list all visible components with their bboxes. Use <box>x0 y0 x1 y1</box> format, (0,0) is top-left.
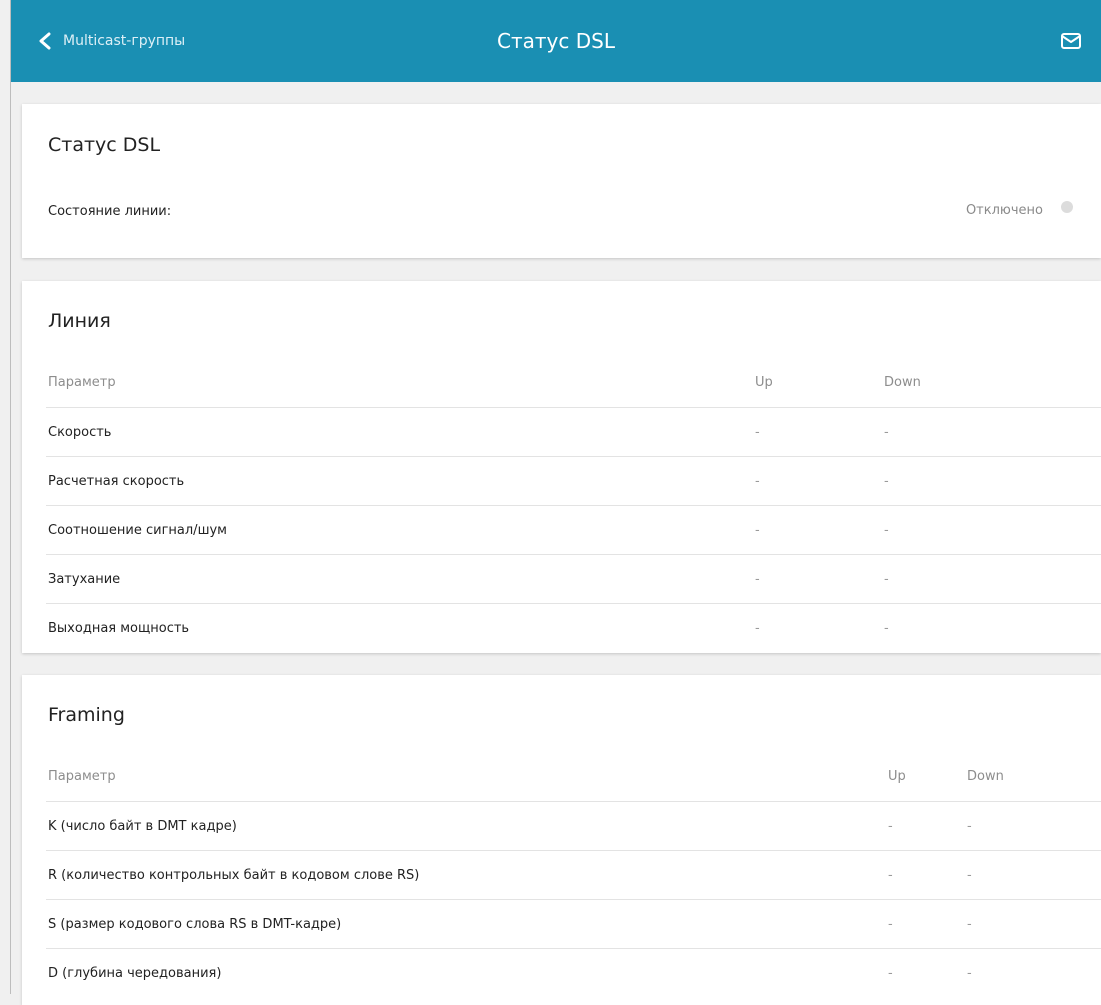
col-param: Параметр <box>48 769 116 784</box>
mail-icon[interactable] <box>1059 30 1083 52</box>
row-down: - <box>967 966 972 981</box>
row-up: - <box>755 523 760 538</box>
row-down: - <box>967 868 972 883</box>
status-dot-icon <box>1061 201 1073 213</box>
col-param: Параметр <box>48 375 116 390</box>
row-param: Расчетная скорость <box>48 474 185 489</box>
table-row: R (количество контрольных байт в кодовом… <box>46 850 1101 900</box>
row-param: D (глубина чередования) <box>48 966 222 981</box>
row-down: - <box>884 474 889 489</box>
row-up: - <box>888 966 893 981</box>
row-up: - <box>755 425 760 440</box>
card-title: Статус DSL <box>48 134 161 156</box>
row-param: Скорость <box>48 425 112 440</box>
table-header: Параметр Up Down <box>46 752 1101 801</box>
col-up: Up <box>888 769 906 784</box>
row-up: - <box>755 572 760 587</box>
card-title: Линия <box>48 310 111 332</box>
table-row: Затухание - - <box>46 554 1101 604</box>
line-card: Линия Параметр Up Down Скорость - - Расч… <box>22 281 1101 653</box>
row-down: - <box>967 917 972 932</box>
framing-card: Framing Параметр Up Down K (число байт в… <box>22 675 1101 1005</box>
row-down: - <box>884 523 889 538</box>
row-param: Затухание <box>48 572 121 587</box>
page-title: Статус DSL <box>497 29 615 53</box>
row-down: - <box>884 621 889 636</box>
table-row: Выходная мощность - - <box>46 603 1101 653</box>
row-up: - <box>755 621 760 636</box>
row-down: - <box>967 819 972 834</box>
row-param: Выходная мощность <box>48 621 190 636</box>
row-param: Соотношение сигнал/шум <box>48 523 227 538</box>
table-row: Расчетная скорость - - <box>46 456 1101 506</box>
row-param: S (размер кодового слова RS в DMT-кадре) <box>48 917 342 932</box>
row-up: - <box>888 819 893 834</box>
table-row: K (число байт в DMT кадре) - - <box>46 801 1101 851</box>
row-up: - <box>888 868 893 883</box>
col-up: Up <box>755 375 773 390</box>
row-up: - <box>755 474 760 489</box>
row-up: - <box>888 917 893 932</box>
left-border <box>10 0 11 994</box>
card-title: Framing <box>48 704 125 726</box>
row-down: - <box>884 572 889 587</box>
table-header: Параметр Up Down <box>46 358 1101 407</box>
row-down: - <box>884 425 889 440</box>
col-down: Down <box>884 375 921 390</box>
line-state-value: Отключено <box>965 203 1043 218</box>
dsl-status-card: Статус DSL Состояние линии: Отключено <box>22 104 1101 258</box>
table-row: Соотношение сигнал/шум - - <box>46 505 1101 555</box>
line-state-label: Состояние линии: <box>48 204 172 219</box>
row-param: K (число байт в DMT кадре) <box>48 819 237 834</box>
col-down: Down <box>967 769 1004 784</box>
row-param: R (количество контрольных байт в кодовом… <box>48 868 420 883</box>
table-row: S (размер кодового слова RS в DMT-кадре)… <box>46 899 1101 949</box>
table-row: D (глубина чередования) - - <box>46 948 1101 998</box>
top-bar: Multicast-группы Статус DSL <box>11 0 1101 82</box>
table-row: Скорость - - <box>46 407 1101 457</box>
